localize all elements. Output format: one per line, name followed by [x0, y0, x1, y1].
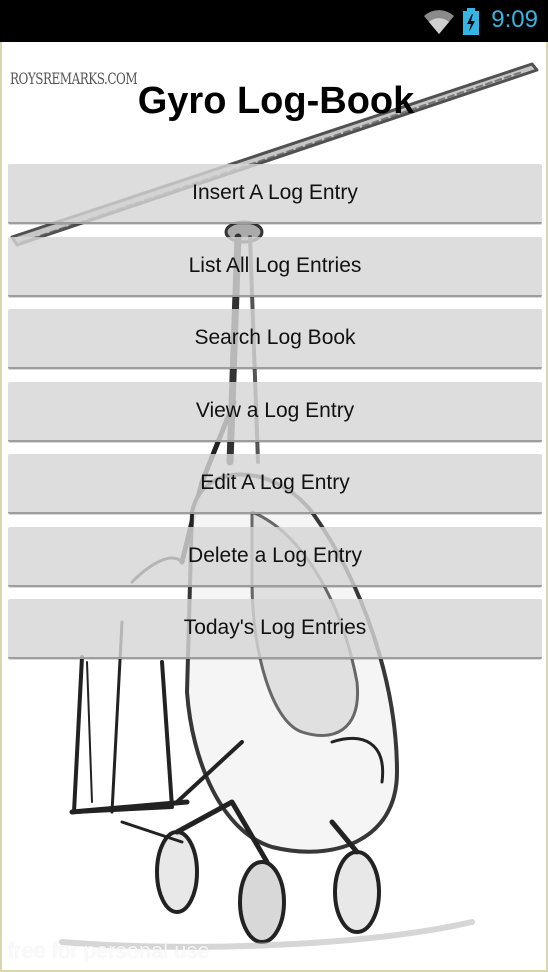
app-title: Gyro Log-Book [137, 80, 415, 122]
battery-charging-icon [463, 8, 479, 35]
delete-log-entry-button[interactable]: Delete a Log Entry [8, 526, 542, 587]
view-log-entry-button[interactable]: View a Log Entry [8, 381, 542, 442]
edit-log-entry-button[interactable]: Edit A Log Entry [8, 454, 542, 514]
insert-log-entry-button[interactable]: Insert A Log Entry [8, 164, 542, 224]
main-menu: Insert A Log Entry List All Log Entries … [8, 164, 542, 672]
status-bar: 9:09 [0, 0, 548, 42]
search-log-book-button[interactable]: Search Log Book [8, 309, 542, 369]
todays-log-entries-button[interactable]: Today's Log Entries [8, 599, 542, 659]
footer-watermark: free for personal use [8, 938, 210, 963]
status-time: 9:09 [491, 6, 538, 33]
list-all-log-entries-button[interactable]: List All Log Entries [8, 236, 542, 297]
wifi-icon [424, 10, 454, 34]
app-screen: ROYSREMARKS.COM Gyro Log-Book Insert A L… [0, 42, 548, 972]
